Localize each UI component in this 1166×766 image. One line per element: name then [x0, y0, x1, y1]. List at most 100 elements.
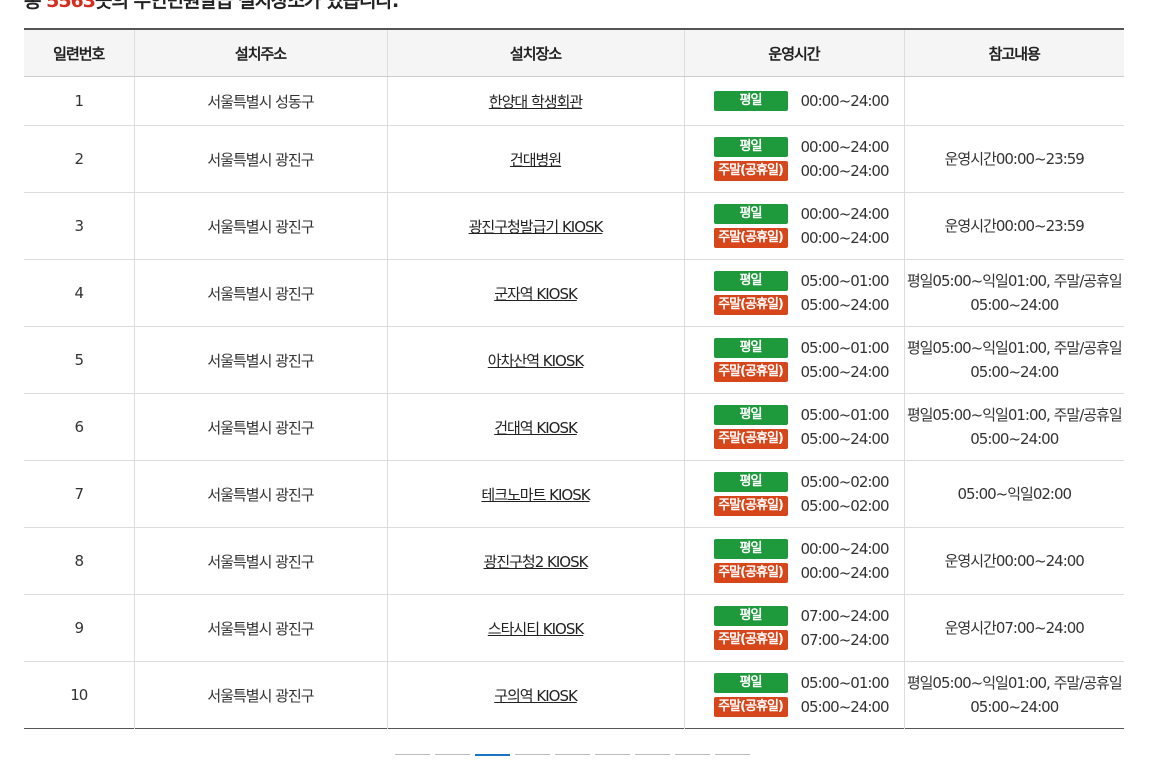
cell-place: 아차산역 KIOSK [386, 326, 684, 394]
weekend-time: 05:00~24:00 [800, 430, 890, 448]
table-row: 5 서울특별시 광진구 아차산역 KIOSK 평일 05:00~01:00 주말(공휴일)… [24, 326, 1124, 394]
place-link[interactable]: 구의역 KIOSK [494, 687, 578, 705]
place-link[interactable]: 스타시티 KIOSK [488, 620, 584, 638]
result-count: 5563 [46, 0, 96, 12]
weekday-time: 00:00~24:00 [800, 138, 890, 156]
place-link[interactable]: 아차산역 KIOSK [488, 352, 584, 370]
weekday-badge: 평일 [713, 673, 788, 693]
operating-hours: 평일 05:00~01:00 주말(공휴일) 05:00~24:00 [685, 338, 904, 382]
cell-no: 7 [24, 460, 134, 528]
page-button[interactable] [715, 754, 750, 766]
cell-address: 서울특별시 광진구 [133, 326, 387, 394]
cell-no: 10 [70, 686, 88, 704]
weekday-hours: 평일 00:00~24:00 [713, 137, 904, 157]
cell-no: 2 [24, 125, 134, 193]
weekend-hours: 주말(공휴일) 00:00~24:00 [713, 563, 904, 583]
page-button[interactable] [555, 754, 590, 766]
cell-note: 05:00~익일02:00 [903, 460, 1124, 528]
result-summary: 총 5563곳의 무인민원발급 설치장소가 있습니다. [24, 0, 399, 13]
weekday-badge: 평일 [713, 472, 788, 492]
cell-no: 4 [24, 259, 134, 327]
weekend-badge: 주말(공휴일) [713, 161, 788, 181]
weekend-badge: 주말(공휴일) [713, 496, 788, 516]
note-text: 운영시간00:00~23:59 [944, 150, 1085, 168]
operating-hours: 평일 05:00~01:00 주말(공휴일) 05:00~24:00 [685, 405, 904, 449]
weekend-hours: 주말(공휴일) 05:00~24:00 [713, 295, 904, 315]
cell-no: 8 [24, 527, 134, 595]
cell-hours: 평일 05:00~01:00 주말(공휴일) 05:00~24:00 [683, 326, 904, 394]
weekday-time: 05:00~01:00 [800, 272, 890, 290]
weekday-badge: 평일 [713, 606, 788, 626]
operating-hours: 평일 05:00~01:00 주말(공휴일) 05:00~24:00 [685, 673, 904, 717]
weekend-time: 07:00~24:00 [800, 631, 890, 649]
place-link[interactable]: 군자역 KIOSK [494, 285, 578, 303]
weekday-hours: 평일 00:00~24:00 [713, 539, 904, 559]
weekday-badge: 평일 [713, 271, 788, 291]
note-text: 운영시간07:00~24:00 [944, 619, 1085, 637]
place-link[interactable]: 한양대 학생회관 [489, 93, 583, 111]
place-link[interactable]: 테크노마트 KIOSK [481, 486, 590, 504]
table-header-row: 일련번호 설치주소 설치장소 운영시간 참고내용 [24, 29, 1124, 77]
weekend-badge: 주말(공휴일) [713, 228, 788, 248]
place-link[interactable]: 광진구청발급기 KIOSK [469, 218, 604, 236]
weekday-time: 05:00~02:00 [800, 473, 890, 491]
weekend-hours: 주말(공휴일) 05:00~02:00 [713, 496, 904, 516]
kiosk-location-table: 일련번호 설치주소 설치장소 운영시간 참고내용 1 서울특별시 성동구 한양대 학… [24, 28, 1124, 729]
weekday-time: 00:00~24:00 [800, 205, 890, 223]
note-text: 평일05:00~익일01:00, 주말/공휴일 05:00~24:00 [906, 674, 1123, 716]
page-button[interactable] [635, 754, 670, 766]
cell-note: 운영시간00:00~24:00 [903, 527, 1124, 595]
weekday-hours: 평일 00:00~24:00 [713, 91, 904, 111]
cell-no: 9 [24, 594, 134, 662]
operating-hours: 평일 05:00~01:00 주말(공휴일) 05:00~24:00 [685, 271, 904, 315]
weekday-hours: 평일 05:00~01:00 [713, 271, 904, 291]
cell-note: 평일05:00~익일01:00, 주말/공휴일 05:00~24:00 [903, 661, 1124, 729]
summary-prefix: 총 [24, 0, 47, 12]
cell-place: 한양대 학생회관 [386, 76, 684, 126]
column-header-address: 설치주소 [133, 29, 387, 77]
cell-hours: 평일 05:00~01:00 주말(공휴일) 05:00~24:00 [683, 661, 904, 729]
page-button[interactable] [395, 754, 430, 766]
weekend-badge: 주말(공휴일) [713, 295, 788, 315]
weekend-time: 00:00~24:00 [800, 564, 890, 582]
weekday-time: 05:00~01:00 [800, 339, 890, 357]
weekend-hours: 주말(공휴일) 05:00~24:00 [713, 362, 904, 382]
place-link[interactable]: 건대병원 [510, 151, 562, 169]
summary-suffix: 곳의 무인민원발급 설치장소가 있습니다. [95, 0, 399, 12]
weekday-badge: 평일 [713, 539, 788, 559]
note-text: 운영시간00:00~24:00 [944, 552, 1085, 570]
operating-hours: 평일 05:00~02:00 주말(공휴일) 05:00~02:00 [685, 472, 904, 516]
weekday-hours: 평일 00:00~24:00 [713, 204, 904, 224]
cell-address: 서울특별시 성동구 [133, 76, 387, 126]
cell-note [903, 76, 1124, 126]
column-header-hours: 운영시간 [683, 29, 904, 77]
cell-hours: 평일 05:00~02:00 주말(공휴일) 05:00~02:00 [683, 460, 904, 528]
cell-place: 건대병원 [386, 125, 684, 193]
cell-note: 평일05:00~익일01:00, 주말/공휴일 05:00~24:00 [903, 326, 1124, 394]
page-button[interactable] [595, 754, 630, 766]
cell-place: 광진구청2 KIOSK [386, 527, 684, 595]
page-button[interactable] [515, 754, 550, 766]
page-button[interactable] [675, 754, 710, 766]
weekend-hours: 주말(공휴일) 05:00~24:00 [713, 697, 904, 717]
page-button[interactable] [435, 754, 470, 766]
weekend-badge: 주말(공휴일) [713, 563, 788, 583]
page-button[interactable] [475, 754, 510, 766]
cell-note: 운영시간07:00~24:00 [903, 594, 1124, 662]
cell-place: 스타시티 KIOSK [386, 594, 684, 662]
cell-place: 건대역 KIOSK [386, 393, 684, 461]
weekday-hours: 평일 05:00~01:00 [713, 405, 904, 425]
operating-hours: 평일 07:00~24:00 주말(공휴일) 07:00~24:00 [685, 606, 904, 650]
weekend-badge: 주말(공휴일) [713, 630, 788, 650]
place-link[interactable]: 광진구청2 KIOSK [484, 553, 589, 571]
table-row: 9 서울특별시 광진구 스타시티 KIOSK 평일 07:00~24:00 주말(공휴일)… [24, 594, 1124, 662]
weekday-hours: 평일 05:00~01:00 [713, 673, 904, 693]
column-header-place: 설치장소 [386, 29, 684, 77]
weekend-time: 05:00~24:00 [800, 363, 890, 381]
column-header-note: 참고내용 [903, 29, 1124, 77]
cell-no: 1 [24, 76, 134, 126]
weekday-badge: 평일 [713, 137, 788, 157]
place-link[interactable]: 건대역 KIOSK [494, 419, 578, 437]
cell-no: 6 [24, 393, 134, 461]
cell-address: 서울특별시 광진구 [133, 661, 387, 729]
